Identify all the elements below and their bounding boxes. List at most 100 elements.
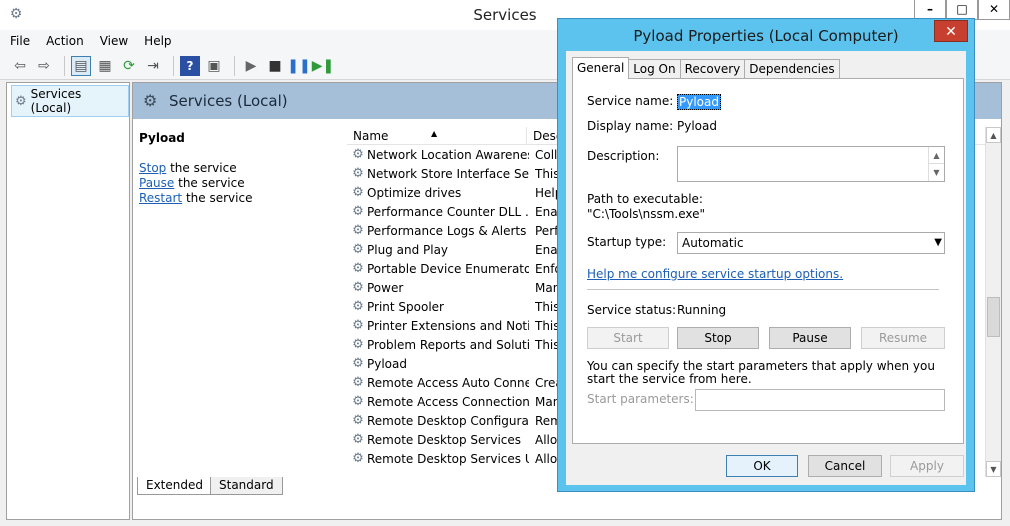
service-gear-icon: ⚙: [352, 223, 364, 238]
service-gear-icon: ⚙: [352, 242, 364, 257]
startup-type-select[interactable]: Automatic ▼: [677, 232, 945, 254]
service-gear-icon: ⚙: [352, 185, 364, 200]
service-gear-icon: ⚙: [352, 413, 364, 428]
service-name-cell: Portable Device Enumerator...: [367, 261, 529, 276]
refresh-icon[interactable]: ⟳: [119, 56, 139, 76]
tab-dependencies[interactable]: Dependencies: [744, 59, 840, 79]
close-button[interactable]: ✕: [978, 0, 1010, 20]
resume-button[interactable]: Resume: [861, 327, 945, 349]
service-gear-icon: ⚙: [352, 166, 364, 181]
scroll-thumb[interactable]: [987, 297, 1000, 337]
service-name-label: Service name:: [587, 94, 674, 108]
description-textarea[interactable]: ▲ ▼: [677, 146, 945, 182]
service-name-cell: Plug and Play: [367, 242, 449, 257]
service-gear-icon: ⚙: [352, 337, 364, 352]
mmc-icon[interactable]: ▣: [204, 56, 224, 76]
stop-icon[interactable]: ■: [265, 56, 285, 76]
service-gear-icon: ⚙: [352, 451, 364, 466]
tab-standard[interactable]: Standard: [210, 477, 283, 495]
menu-help[interactable]: Help: [144, 34, 171, 48]
console-tree: ⚙ Services (Local): [6, 82, 130, 520]
service-gear-icon: ⚙: [352, 280, 364, 295]
pause-icon[interactable]: ❚❚: [287, 56, 310, 76]
startup-type-label: Startup type:: [587, 235, 667, 249]
pause-button[interactable]: Pause: [769, 327, 851, 349]
export-icon[interactable]: ⇥: [143, 56, 163, 76]
sort-ascending-icon: ▲: [431, 129, 438, 138]
service-gear-icon: ⚙: [352, 204, 364, 219]
stop-button[interactable]: Stop: [677, 327, 759, 349]
service-name-cell: Performance Logs & Alerts: [367, 223, 527, 238]
service-gear-icon: ⚙: [352, 394, 364, 409]
service-name-cell: Printer Extensions and Notif...: [367, 318, 529, 333]
service-detail: Pyload Stop the service Pause the servic…: [139, 131, 339, 206]
maximize-button[interactable]: □: [946, 0, 978, 20]
service-name-cell: Remote Desktop Services: [367, 432, 522, 447]
menu-view[interactable]: View: [100, 34, 128, 48]
pause-service-link[interactable]: Pause: [139, 176, 174, 190]
service-name-cell: Remote Desktop Configurat...: [367, 413, 529, 428]
minimize-button[interactable]: –: [914, 0, 946, 20]
tab-log-on[interactable]: Log On: [628, 59, 681, 79]
help-configure-link[interactable]: Help me configure service startup option…: [587, 267, 843, 281]
divider: [587, 289, 939, 290]
play-icon[interactable]: ▶: [241, 56, 261, 76]
services-gear-icon: ⚙: [143, 91, 158, 110]
service-gear-icon: ⚙: [352, 432, 364, 447]
service-name-cell: Performance Counter DLL ...: [367, 204, 529, 219]
tab-general[interactable]: General: [572, 57, 630, 79]
service-name-cell: Network Store Interface Ser...: [367, 166, 529, 181]
tab-extended[interactable]: Extended: [137, 477, 212, 495]
service-gear-icon: ⚙: [352, 318, 364, 333]
scroll-down-icon[interactable]: ▼: [928, 164, 944, 181]
stop-service-link[interactable]: Stop: [139, 161, 166, 175]
service-gear-icon: ⚙: [352, 375, 364, 390]
restart-icon[interactable]: ▶❚: [312, 56, 335, 76]
display-name-label: Display name:: [587, 119, 674, 133]
tree-item-services-local[interactable]: ⚙ Services (Local): [11, 85, 129, 117]
service-name-cell: Remote Desktop Services U...: [367, 451, 529, 466]
path-value: "C:\Tools\nssm.exe": [587, 207, 706, 221]
scroll-up-icon[interactable]: ▲: [986, 127, 1001, 143]
back-arrow-icon[interactable]: ⇦: [10, 56, 30, 76]
ok-button[interactable]: OK: [726, 455, 798, 477]
dialog-close-button[interactable]: ✕: [934, 20, 968, 42]
chevron-down-icon: ▼: [934, 237, 942, 248]
start-parameters-label: Start parameters:: [587, 392, 694, 406]
description-label: Description:: [587, 149, 660, 163]
service-name-cell: Power: [367, 280, 404, 295]
start-button[interactable]: Start: [587, 327, 669, 349]
service-name-cell: Pyload: [367, 356, 407, 371]
service-gear-icon: ⚙: [352, 299, 364, 314]
properties-dialog: Pyload Properties (Local Computer) ✕ Gen…: [557, 18, 975, 492]
menu-action[interactable]: Action: [46, 34, 84, 48]
service-gear-icon: ⚙: [352, 356, 364, 371]
service-name-cell: Remote Access Connection...: [367, 394, 529, 409]
services-gear-icon: ⚙: [15, 93, 27, 109]
vertical-scrollbar[interactable]: ▲ ▼: [985, 127, 1001, 477]
restart-service-link[interactable]: Restart: [139, 191, 182, 205]
service-name-cell: Problem Reports and Soluti...: [367, 337, 529, 352]
apply-button[interactable]: Apply: [890, 455, 964, 477]
scroll-up-icon[interactable]: ▲: [928, 147, 944, 164]
general-tab-panel: Service name: Pyload Display name: Pyloa…: [572, 78, 964, 444]
selected-service-name: Pyload: [139, 131, 185, 145]
properties-icon[interactable]: ▦: [95, 56, 115, 76]
help-icon[interactable]: ?: [180, 55, 200, 76]
console-tree-icon[interactable]: ▤: [71, 55, 91, 76]
tab-recovery[interactable]: Recovery: [679, 59, 746, 79]
forward-arrow-icon[interactable]: ⇨: [34, 56, 54, 76]
service-name-cell: Optimize drives: [367, 185, 462, 200]
start-parameters-input[interactable]: [695, 389, 945, 411]
column-header-name[interactable]: Name ▲: [347, 127, 527, 144]
cancel-button[interactable]: Cancel: [808, 455, 882, 477]
scroll-down-icon[interactable]: ▼: [986, 461, 1001, 477]
service-gear-icon: ⚙: [352, 261, 364, 276]
tree-item-label: Services (Local): [30, 87, 82, 115]
service-name-cell: Print Spooler: [367, 299, 444, 314]
menu-file[interactable]: File: [10, 34, 30, 48]
display-name-value[interactable]: Pyload: [677, 119, 717, 133]
service-status-value: Running: [677, 303, 727, 317]
service-name-value[interactable]: Pyload: [677, 94, 721, 110]
service-gear-icon: ⚙: [352, 147, 364, 162]
